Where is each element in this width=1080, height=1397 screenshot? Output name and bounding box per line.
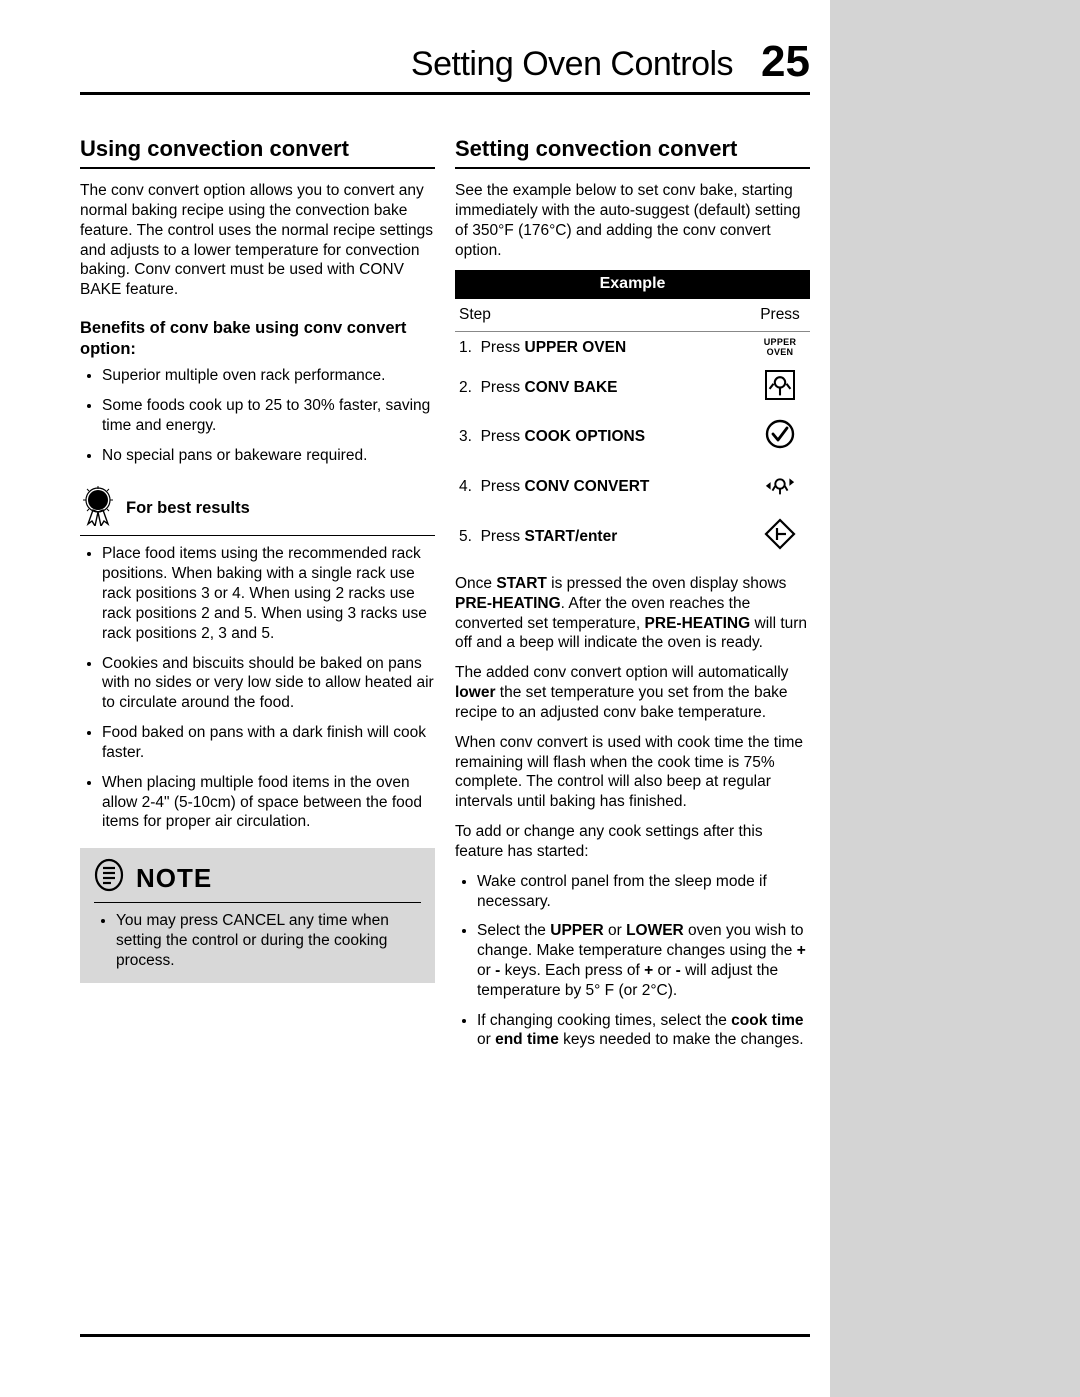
left-heading: Using convection convert [80, 135, 435, 169]
step-label: Step [455, 299, 750, 331]
right-p2: The added conv convert option will autom… [455, 663, 810, 722]
step-4: 4. Press CONV CONVERT [455, 462, 750, 512]
best-item: Place food items using the recommended r… [102, 544, 435, 643]
note-list: You may press CANCEL any time when setti… [94, 911, 421, 970]
list-item: Select the UPPER or LOWER oven you wish … [477, 921, 810, 1000]
benefit-item: Superior multiple oven rack performance. [102, 366, 435, 386]
page-number: 25 [761, 40, 810, 84]
note-item: You may press CANCEL any time when setti… [116, 911, 421, 970]
conv-bake-icon [750, 364, 810, 413]
right-p1: Once START is pressed the oven display s… [455, 574, 810, 653]
best-results-heading: For best results [126, 498, 250, 519]
right-intro: See the example below to set conv bake, … [455, 181, 810, 260]
right-heading: Setting convection convert [455, 135, 810, 169]
note-heading: NOTE [136, 862, 212, 895]
left-column: Using convection convert The conv conver… [80, 135, 435, 1062]
step-3: 3. Press COOK OPTIONS [455, 412, 750, 462]
conv-convert-icon [750, 462, 810, 512]
left-intro: The conv convert option allows you to co… [80, 181, 435, 300]
step-2: 2. Press CONV BAKE [455, 364, 750, 413]
best-item: When placing multiple food items in the … [102, 773, 435, 832]
change-settings-list: Wake control panel from the sleep mode i… [455, 872, 810, 1051]
ribbon-icon [80, 486, 116, 532]
best-results-list: Place food items using the recommended r… [80, 544, 435, 832]
footer-rule [80, 1334, 810, 1337]
list-item: If changing cooking times, select the co… [477, 1011, 810, 1051]
upper-oven-icon: UPPEROVEN [750, 331, 810, 363]
note-icon [94, 858, 124, 898]
step-1: 1. Press UPPER OVEN [455, 331, 750, 363]
cook-options-icon [750, 412, 810, 462]
start-icon [750, 512, 810, 562]
benefits-heading: Benefits of conv bake using conv convert… [80, 318, 435, 360]
page: Setting Oven Controls 25 Using convectio… [0, 0, 830, 1397]
best-item: Cookies and biscuits should be baked on … [102, 654, 435, 713]
page-title: Setting Oven Controls [411, 45, 733, 84]
example-header: Example [455, 270, 810, 298]
note-box: NOTE You may press CANCEL any time when … [80, 848, 435, 982]
list-item: Wake control panel from the sleep mode i… [477, 872, 810, 912]
benefit-item: Some foods cook up to 25 to 30% faster, … [102, 396, 435, 436]
step-5: 5. Press START/enter [455, 512, 750, 562]
content-columns: Using convection convert The conv conver… [80, 135, 810, 1062]
margin-strip [830, 0, 1080, 1397]
best-results-header: For best results [80, 486, 435, 537]
note-header: NOTE [94, 858, 421, 903]
right-p4: To add or change any cook settings after… [455, 822, 810, 862]
benefits-list: Superior multiple oven rack performance.… [80, 366, 435, 465]
best-item: Food baked on pans with a dark finish wi… [102, 723, 435, 763]
benefit-item: No special pans or bakeware required. [102, 446, 435, 466]
right-p3: When conv convert is used with cook time… [455, 733, 810, 812]
right-column: Setting convection convert See the examp… [455, 135, 810, 1062]
press-label: Press [750, 299, 810, 331]
example-table: Example Step Press 1. Press UPPER OVEN U… [455, 270, 810, 561]
page-header: Setting Oven Controls 25 [80, 40, 810, 95]
